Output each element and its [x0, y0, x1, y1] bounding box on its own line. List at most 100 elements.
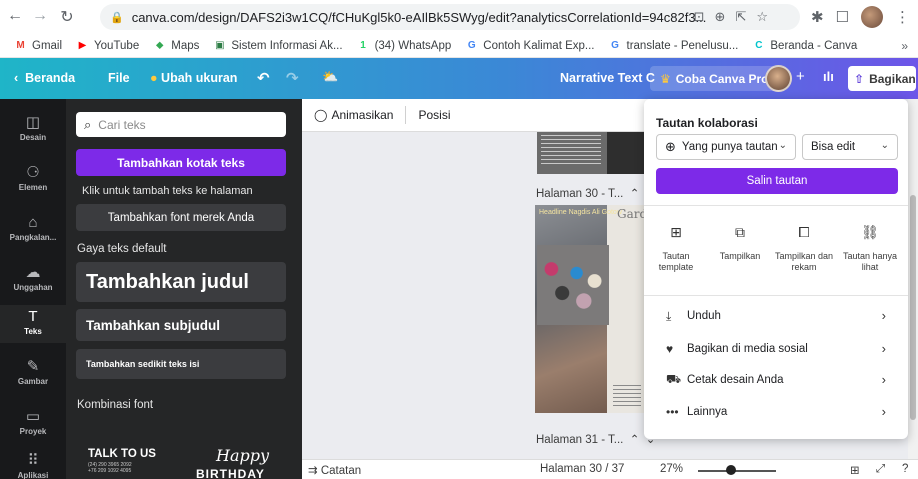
- page-29-thumbnail[interactable]: [537, 132, 645, 174]
- forward-icon[interactable]: →: [29, 7, 51, 25]
- chevron-up-icon[interactable]: ⌃: [630, 434, 640, 446]
- menu-icon[interactable]: ⋮: [895, 8, 910, 26]
- rail-item-draw[interactable]: ✎ Gambar: [0, 355, 66, 393]
- scroll-thumb[interactable]: [910, 195, 916, 420]
- page-30-title: Halaman 30 - T...: [536, 188, 624, 200]
- share-option[interactable]: ⧉ Tampilkan: [710, 219, 770, 262]
- home-button[interactable]: ‹ Beranda: [14, 71, 75, 85]
- add-brand-font-button[interactable]: Tambahkan font merek Anda: [76, 204, 286, 231]
- left-rail: ◫ Desain ⚆ Elemen ⌂ Pangkalan... ☁ Unggahan T Tek…: [0, 99, 66, 479]
- heart-icon: ♥: [666, 342, 674, 356]
- page-indicator[interactable]: Halaman 30 / 37: [540, 463, 624, 475]
- zoom-slider-track[interactable]: [698, 470, 776, 472]
- share-option[interactable]: ⛓ Tautan hanya lihat: [840, 219, 900, 273]
- bookmark-item[interactable]: ▣ Sistem Informasi Ak...: [213, 39, 342, 52]
- university-icon: ▣: [215, 40, 225, 51]
- share-option[interactable]: ⧠ Tampilkan dan rekam: [774, 219, 834, 273]
- share-row[interactable]: ♥ Bagikan di media sosial ›: [666, 339, 886, 359]
- share-row[interactable]: ⛟ Cetak desain Anda ›: [666, 370, 886, 390]
- undo-icon[interactable]: ↶: [257, 69, 270, 87]
- cloud-saved-icon[interactable]: ⛅: [322, 69, 338, 85]
- rail-item-brand-kit[interactable]: ⌂ Pangkalan...: [0, 211, 66, 249]
- chevron-up-icon[interactable]: ⌃: [630, 188, 640, 200]
- page-31-label[interactable]: Halaman 31 - T... ⌃ ⌄: [536, 432, 655, 446]
- bookmarks-overflow-icon[interactable]: »: [901, 39, 908, 53]
- page-30-label[interactable]: Halaman 30 - T... ⌃: [536, 186, 639, 200]
- canva-icon: C: [755, 40, 763, 51]
- page-30-headline: Headline Nagdis Ali Gotow: [539, 209, 622, 216]
- access-select[interactable]: ⊕ Yang punya tautan ⌄: [656, 134, 796, 160]
- help-icon[interactable]: ?: [902, 463, 908, 475]
- add-collaborator-button[interactable]: +: [796, 68, 805, 85]
- document-title[interactable]: Narrative Text C: [560, 71, 655, 85]
- google-icon: G: [467, 40, 476, 51]
- copy-link-button[interactable]: Salin tautan: [656, 168, 898, 194]
- translate-icon[interactable]: ⊡: [694, 9, 705, 25]
- add-body-button[interactable]: Tambahkan sedikit teks isi: [76, 349, 286, 379]
- share-page-icon[interactable]: ⇱: [735, 9, 746, 25]
- bookmark-item[interactable]: G Contoh Kalimat Exp...: [465, 39, 595, 52]
- bookmark-item[interactable]: 1 (34) WhatsApp: [357, 39, 451, 52]
- chevron-down-icon: ⌄: [880, 140, 889, 151]
- text-icon: T: [28, 308, 38, 325]
- chevron-right-icon: ›: [881, 372, 886, 387]
- upload-share-icon: ⇧: [854, 71, 865, 86]
- profile-avatar[interactable]: [861, 6, 883, 28]
- rail-item-layout[interactable]: ◫ Desain: [0, 111, 66, 149]
- grid-view-icon[interactable]: ⊞: [850, 463, 860, 477]
- page-30-canvas[interactable]: Headline Nagdis Ali Gotow Gard: [535, 205, 645, 413]
- rail-label: Aplikasi: [17, 471, 49, 479]
- rail-item-apps[interactable]: ⠿ Aplikasi: [0, 449, 66, 479]
- animate-button[interactable]: ◯ Animasikan: [314, 108, 393, 122]
- rail-item-folder[interactable]: ▭ Proyek: [0, 405, 66, 443]
- back-icon[interactable]: ←: [4, 7, 26, 25]
- rail-item-elements[interactable]: ⚆ Elemen: [0, 161, 66, 199]
- chevron-right-icon: ›: [881, 404, 886, 419]
- layout-icon: ◫: [25, 114, 41, 131]
- google-icon: G: [611, 40, 619, 51]
- rail-item-upload[interactable]: ☁ Unggahan: [0, 261, 66, 299]
- share-option[interactable]: ⊞ Tautan template: [646, 219, 706, 273]
- rail-label: Unggahan: [13, 283, 53, 292]
- resize-button[interactable]: ● Ubah ukuran: [150, 71, 237, 85]
- bookmark-item[interactable]: Gtranslate - Penelusu...: [609, 39, 738, 52]
- bookmark-item[interactable]: M Gmail: [14, 39, 62, 52]
- reload-icon[interactable]: ↻: [56, 7, 78, 27]
- bookmark-item[interactable]: ⬥ Maps: [153, 39, 199, 52]
- user-avatar[interactable]: [765, 65, 792, 92]
- add-subheading-button[interactable]: Tambahkan subjudul: [76, 309, 286, 341]
- extensions-icon[interactable]: ✱: [811, 8, 824, 26]
- combo-talk-to-us[interactable]: TALK TO US (24) 290 3965 2092 +76 209 10…: [76, 436, 176, 479]
- bookmark-item[interactable]: C Beranda - Canva: [752, 39, 857, 52]
- rail-item-text[interactable]: T Teks: [0, 305, 66, 343]
- zoom-icon[interactable]: ⊕: [715, 9, 726, 25]
- share-row[interactable]: ⤓ Unduh ›: [666, 306, 886, 326]
- notes-button[interactable]: ⇉ Catatan: [308, 463, 361, 477]
- crown-icon: ●: [150, 71, 158, 85]
- canva-topbar: ‹ Beranda File ● Ubah ukuran ↶ ↷ ⛅ Narra…: [0, 58, 918, 99]
- zoom-slider-knob[interactable]: [725, 465, 736, 475]
- search-input[interactable]: ⌕ Cari teks: [76, 112, 286, 137]
- zoom-percent[interactable]: 27%: [660, 463, 683, 475]
- rail-label: Teks: [24, 327, 42, 336]
- rail-label: Pangkalan...: [9, 233, 57, 242]
- permission-select[interactable]: Bisa edit ⌄: [802, 134, 898, 160]
- fullscreen-icon[interactable]: ⤢: [876, 463, 885, 476]
- tab-search-icon[interactable]: ☐: [836, 8, 849, 26]
- share-row[interactable]: ••• Lainnya ›: [666, 402, 886, 422]
- rail-label: Desain: [19, 133, 47, 142]
- gmail-icon: M: [16, 40, 25, 51]
- redo-icon[interactable]: ↷: [286, 69, 299, 87]
- file-menu[interactable]: File: [108, 71, 130, 85]
- share-button[interactable]: ⇧ Bagikan: [848, 66, 916, 91]
- add-heading-button[interactable]: Tambahkan judul: [76, 262, 286, 302]
- combo-happy-birthday[interactable]: Happy BIRTHDAY: [184, 436, 284, 479]
- default-styles-heading: Gaya teks default: [77, 243, 167, 255]
- position-button[interactable]: Posisi: [418, 108, 450, 122]
- insights-icon[interactable]: ılı: [823, 69, 834, 84]
- try-pro-button[interactable]: ♛ Coba Canva Pro: [650, 66, 779, 91]
- add-textbox-button[interactable]: Tambahkan kotak teks: [76, 149, 286, 176]
- bookmark-item[interactable]: ▶ YouTube: [76, 39, 140, 52]
- search-icon: ⌕: [84, 116, 92, 132]
- star-icon[interactable]: ☆: [756, 9, 768, 25]
